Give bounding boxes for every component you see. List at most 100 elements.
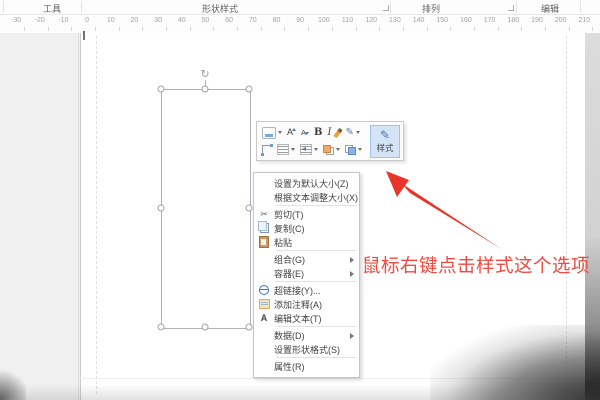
bring-forward-button[interactable] <box>322 143 341 157</box>
ruler-label: -20 <box>34 17 45 24</box>
ruler-tick <box>521 27 523 31</box>
ruler-tick <box>95 27 97 31</box>
connector-button[interactable] <box>261 143 273 157</box>
ruler-tick <box>402 27 404 31</box>
ruler-tick <box>331 27 333 31</box>
paste-icon <box>254 236 274 248</box>
menu-item-label: 超链接(Y)... <box>274 285 321 296</box>
menu-separator <box>276 281 357 282</box>
annotation-text: 鼠标右键点击样式这个选项 <box>362 255 591 276</box>
ribbon-group-bar: 工具 形状样式 排列 编辑 <box>0 0 600 15</box>
ruler-tick <box>379 27 381 31</box>
margin-guide-right <box>566 36 567 394</box>
page-edge-shadow <box>78 33 79 400</box>
menu-item-label: 剪切(T) <box>274 209 304 220</box>
menu-item[interactable]: 设置形状格式(S) <box>254 342 359 356</box>
chevron-down-icon[interactable] <box>355 131 360 134</box>
ruler-tick <box>284 27 286 31</box>
format-painter-icon <box>333 127 344 138</box>
menu-item[interactable]: 属性(R) <box>254 359 359 373</box>
ruler-label: -10 <box>58 17 69 24</box>
selection-handle-ne[interactable] <box>245 85 253 93</box>
menu-item-label: 容器(E) <box>274 268 304 279</box>
chevron-down-icon[interactable] <box>358 148 362 151</box>
ruler-tick <box>497 27 499 31</box>
menu-item[interactable]: 数据(D) <box>254 328 359 342</box>
paragraph-button[interactable] <box>299 143 319 157</box>
chevron-down-icon[interactable] <box>291 148 295 151</box>
menu-separator <box>276 326 357 327</box>
dialog-launcher-icon[interactable] <box>508 5 514 11</box>
italic-icon: I <box>327 126 332 138</box>
selection-handle-s[interactable] <box>201 323 209 331</box>
rotation-handle-icon[interactable]: ↻ <box>200 69 209 81</box>
text-align-button[interactable] <box>276 143 296 157</box>
dialog-launcher-icon[interactable] <box>383 5 389 11</box>
ruler-tick <box>450 27 452 31</box>
menu-item[interactable]: 设置为默认大小(Z) <box>254 176 359 190</box>
menu-item-label: 属性(R) <box>274 361 305 372</box>
menu-item[interactable]: 粘贴 <box>254 235 359 249</box>
submenu-arrow-icon <box>350 256 354 263</box>
cut-icon: ✂ <box>260 208 268 219</box>
chevron-down-icon[interactable] <box>314 148 318 151</box>
menu-item[interactable]: 超链接(Y)... <box>254 283 359 297</box>
chevron-down-icon[interactable] <box>336 148 340 151</box>
menu-item[interactable]: 添加注释(A) <box>254 297 359 311</box>
selected-rectangle-shape[interactable] <box>161 89 251 329</box>
margin-guide-left <box>96 36 97 394</box>
ruler-label: 140 <box>412 17 425 24</box>
edit-text-icon: A <box>260 312 268 323</box>
menu-item[interactable]: 组合(G) <box>254 252 359 266</box>
ruler-label: 110 <box>341 17 354 24</box>
format-painter-button[interactable] <box>333 126 344 140</box>
horizontal-ruler: -30 -20 -10 0 10 20 30 40 50 60 70 80 90 100 110 120 130… <box>0 15 600 34</box>
selection-handle-se[interactable] <box>245 323 253 331</box>
ruler-tick <box>355 27 357 31</box>
menu-item[interactable]: 根据文本调整大小(X) <box>254 190 359 204</box>
ruler-label: 40 <box>177 17 186 24</box>
selection-handle-w[interactable] <box>157 204 165 212</box>
fill-style-icon <box>262 126 276 139</box>
send-backward-icon <box>345 144 356 155</box>
menu-separator <box>276 357 357 358</box>
mini-toolbar: A A B I ✎ ✎ 样式 <box>256 121 404 161</box>
menu-item[interactable]: 容器(E) <box>254 266 359 280</box>
comment-icon <box>258 299 270 309</box>
menu-separator <box>276 205 357 206</box>
menu-item[interactable]: A 编辑文本(T) <box>254 311 359 325</box>
style-button-icon: ✎ <box>379 127 391 142</box>
copy-icon <box>257 221 269 233</box>
menu-item[interactable]: ✂ 剪切(T) <box>254 207 359 221</box>
shrink-font-icon: A <box>301 129 310 137</box>
menu-item-label: 根据文本调整大小(X) <box>274 192 358 203</box>
menu-item-label: 编辑文本(T) <box>274 313 322 324</box>
menu-item[interactable]: 复制(C) <box>254 221 359 235</box>
ruler-label: 160 <box>460 17 472 24</box>
selection-handle-sw[interactable] <box>157 323 165 331</box>
submenu-arrow-icon <box>350 270 354 277</box>
selection-handle-n[interactable] <box>201 85 209 93</box>
send-backward-button[interactable] <box>344 143 363 157</box>
selection-handle-nw[interactable] <box>157 85 165 93</box>
ruler-tick <box>166 27 168 31</box>
mini-toolbar-row2 <box>261 142 363 157</box>
canvas-right-gutter <box>585 33 600 400</box>
comment-icon <box>254 299 274 309</box>
paragraph-icon <box>300 144 312 155</box>
change-shape-button[interactable]: ✎ <box>344 126 360 140</box>
selection-handle-e[interactable] <box>245 204 253 212</box>
bold-button[interactable]: B <box>313 126 323 140</box>
style-button[interactable]: ✎ 样式 <box>370 125 400 158</box>
ruler-label: 0 <box>85 17 89 24</box>
shrink-font-button[interactable]: A <box>300 126 310 140</box>
chevron-down-icon[interactable] <box>278 131 282 134</box>
ruler-label: 180 <box>507 17 520 24</box>
fill-style-button[interactable] <box>261 126 283 140</box>
grow-font-button[interactable]: A <box>286 126 297 140</box>
ruler-label: 50 <box>201 17 210 24</box>
menu-item-label: 添加注释(A) <box>274 299 322 310</box>
ruler-tick <box>213 27 215 31</box>
ruler-label: 170 <box>483 17 496 24</box>
italic-button[interactable]: I <box>326 126 332 140</box>
